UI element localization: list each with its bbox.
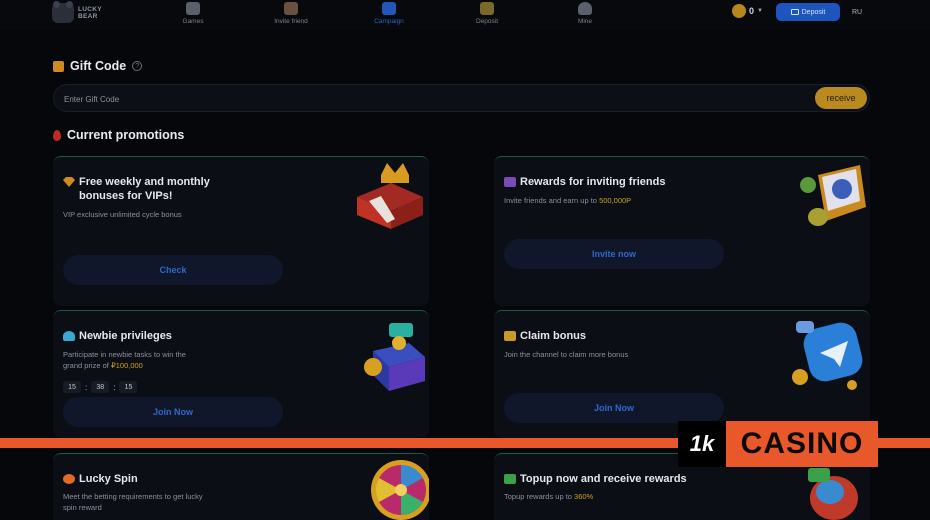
topup-illustration-icon [800, 464, 866, 520]
nav-campaign[interactable]: Campaign [359, 2, 419, 25]
nav-label: Invite friend [274, 18, 308, 25]
gift-code-form: receive [53, 84, 870, 112]
promotions-heading: Current promotions [53, 128, 184, 142]
bear-icon [52, 1, 74, 23]
nav-label: Games [182, 18, 204, 25]
gift-icon [284, 2, 298, 15]
nav-label: Mine [577, 18, 593, 25]
watermark-text: CASINO [726, 421, 878, 467]
chevron-down-icon: ▼ [757, 8, 763, 14]
promotions-title: Current promotions [67, 128, 185, 142]
purple-gift-icon [504, 177, 516, 187]
invite-now-button[interactable]: Invite now [504, 239, 724, 269]
countdown-timer: 15 : 38 : 15 [63, 381, 138, 393]
join-now-button[interactable]: Join Now [504, 393, 724, 423]
card-description: VIP exclusive unlimited cycle bonus [63, 210, 182, 219]
top-nav-bar: LUCKY BEAR Games Invite friend Campaign … [0, 0, 930, 30]
promo-card-newbie: Newbie privileges Participate in newbie … [53, 310, 429, 438]
nav-deposit[interactable]: Deposit [457, 2, 517, 25]
fire-icon [53, 129, 61, 141]
card-title: Free weekly and monthly bonuses for VIPs… [79, 176, 210, 202]
vip-gift-box-icon [351, 161, 427, 236]
card-title: Rewards for inviting friends [520, 176, 666, 188]
timer-minutes: 38 [91, 381, 110, 393]
coins-stack-icon [504, 331, 516, 341]
card-title: Newbie privileges [79, 330, 172, 342]
gift-code-heading: Gift Code ? [53, 59, 143, 73]
diamond-icon [63, 177, 75, 187]
watermark-mark: 1k [678, 421, 726, 467]
nav-invite-friend[interactable]: Invite friend [261, 2, 321, 25]
balance-selector[interactable]: 0 ▼ [732, 4, 763, 18]
gift-code-input[interactable] [64, 91, 804, 107]
logo-line-1: LUCKY [78, 6, 102, 13]
nav-label: Deposit [475, 18, 499, 25]
card-description: Invite friends and earn up to 500,000P [504, 196, 632, 205]
home-icon [186, 2, 200, 15]
card-title: Claim bonus [520, 330, 587, 342]
help-icon[interactable]: ? [132, 61, 143, 71]
nav-label: Campaign [374, 18, 404, 25]
deposit-button[interactable]: Deposit [776, 3, 840, 21]
deposit-bag-icon [480, 2, 494, 15]
promo-card-vip: Free weekly and monthly bonuses for VIPs… [53, 156, 429, 306]
spin-wheel-icon [63, 474, 75, 484]
check-button[interactable]: Check [63, 255, 283, 285]
logo-line-2: BEAR [78, 13, 98, 20]
card-description: Participate in newbie tasks to win the g… [63, 350, 186, 370]
telegram-icon [790, 315, 868, 396]
deposit-label: Deposit [801, 8, 826, 16]
gift-box-icon [53, 60, 64, 72]
invite-card-illustration-icon [798, 163, 868, 238]
casino-watermark-logo: 1k CASINO [678, 421, 878, 467]
card-title: Topup now and receive rewards [520, 473, 687, 485]
card-title: Lucky Spin [79, 473, 138, 485]
promo-card-invite: Rewards for inviting friends Invite frie… [494, 156, 870, 306]
promo-card-lucky-spin: Lucky Spin Meet the betting requirements… [53, 453, 429, 520]
join-now-button[interactable]: Join Now [63, 397, 283, 427]
lucky-bear-logo[interactable]: LUCKY BEAR [52, 1, 102, 23]
fortune-wheel-icon [369, 458, 429, 520]
cash-icon [504, 474, 516, 484]
card-description: Join the channel to claim more bonus [504, 350, 629, 359]
timer-seconds: 15 [119, 381, 138, 393]
card-description: Meet the betting requirements to get luc… [63, 492, 203, 512]
card-description: Topup rewards up to 360% [504, 492, 594, 501]
bookmark-icon [382, 2, 396, 15]
language-selector[interactable]: RU [852, 9, 862, 16]
ruble-coin-icon [732, 4, 746, 18]
gift-code-title: Gift Code [70, 59, 127, 73]
receive-button[interactable]: receive [815, 87, 867, 109]
promo-card-claim: Claim bonus Join the channel to claim mo… [494, 310, 870, 438]
timer-hours: 15 [63, 381, 81, 393]
nav-mine[interactable]: Mine [555, 2, 615, 25]
treasure-box-coins-icon [359, 317, 429, 398]
user-icon [578, 2, 592, 15]
wallet-icon [790, 9, 799, 15]
balance-value: 0 [749, 6, 755, 16]
newbie-user-icon [63, 331, 75, 341]
nav-games[interactable]: Games [163, 2, 223, 25]
